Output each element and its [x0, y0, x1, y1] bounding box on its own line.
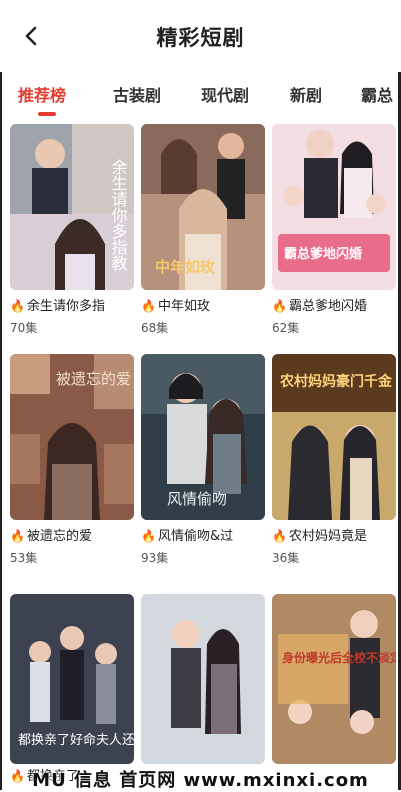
left-edge	[0, 60, 2, 790]
tab-recommend[interactable]: 推荐榜	[18, 82, 66, 106]
drama-poster[interactable]: 被遗忘的爱	[10, 354, 134, 520]
page-title: 精彩短剧	[156, 26, 245, 50]
episode-count: 68集	[141, 321, 169, 335]
poster-title: 都换亲了好命夫人还是我	[18, 732, 134, 748]
tab-ceo[interactable]: 霸总	[361, 82, 393, 106]
poster-title: 风情偷吻	[167, 490, 227, 508]
episode-count: 70集	[10, 321, 38, 335]
drama-title: 🔥 风情偷吻&过	[141, 529, 234, 544]
drama-poster[interactable]: 身份曝光后全校不淡定了	[272, 594, 396, 764]
fire-icon: 🔥	[141, 299, 156, 313]
episode-count: 62集	[272, 321, 300, 335]
header: 精彩短剧	[0, 0, 401, 72]
drama-poster[interactable]	[141, 594, 265, 764]
tab-active-indicator	[38, 112, 56, 116]
tab-costume[interactable]: 古装剧	[113, 82, 161, 106]
fire-icon: 🔥	[10, 529, 25, 543]
episode-count: 93集	[141, 551, 169, 565]
poster-title: 余生请你多指教	[109, 158, 128, 272]
episode-count: 36集	[272, 551, 300, 565]
poster-title: 中年如玫	[155, 258, 216, 276]
drama-poster[interactable]: 余生请你多指教	[10, 124, 134, 290]
drama-poster[interactable]: 农村妈妈豪门千金	[272, 354, 396, 520]
poster-title: 身份曝光后全校不淡定了	[282, 650, 396, 665]
fire-icon: 🔥	[272, 529, 287, 543]
watermark: MU 信息 首页网 www.mxinxi.com	[32, 770, 369, 791]
drama-title: 🔥 霸总爹地闪婚	[272, 299, 367, 314]
fire-icon: 🔥	[10, 299, 25, 313]
drama-title: 🔥 被遗忘的爱	[10, 529, 92, 544]
fire-icon: 🔥	[272, 299, 287, 313]
episode-count: 53集	[10, 551, 38, 565]
fire-icon: 🔥	[141, 529, 156, 543]
drama-title: 🔥 余生请你多指	[10, 299, 105, 314]
tab-new[interactable]: 新剧	[290, 82, 322, 106]
drama-poster[interactable]: 霸总爹地闪婚	[272, 124, 396, 290]
poster-title: 农村妈妈豪门千金	[279, 373, 393, 390]
drama-title: 🔥 中年如玫	[141, 299, 210, 314]
tab-modern[interactable]: 现代剧	[201, 82, 249, 106]
drama-title: 🔥 农村妈妈竟是	[272, 529, 367, 544]
poster-title: 霸总爹地闪婚	[284, 246, 362, 262]
drama-poster[interactable]: 中年如玫	[141, 124, 265, 290]
drama-poster[interactable]: 都换亲了好命夫人还是我	[10, 594, 134, 764]
drama-poster[interactable]: 风情偷吻	[141, 354, 265, 520]
tab-bar: 推荐榜 古装剧 现代剧 新剧 霸总	[0, 72, 401, 118]
poster-title: 被遗忘的爱	[56, 370, 131, 388]
